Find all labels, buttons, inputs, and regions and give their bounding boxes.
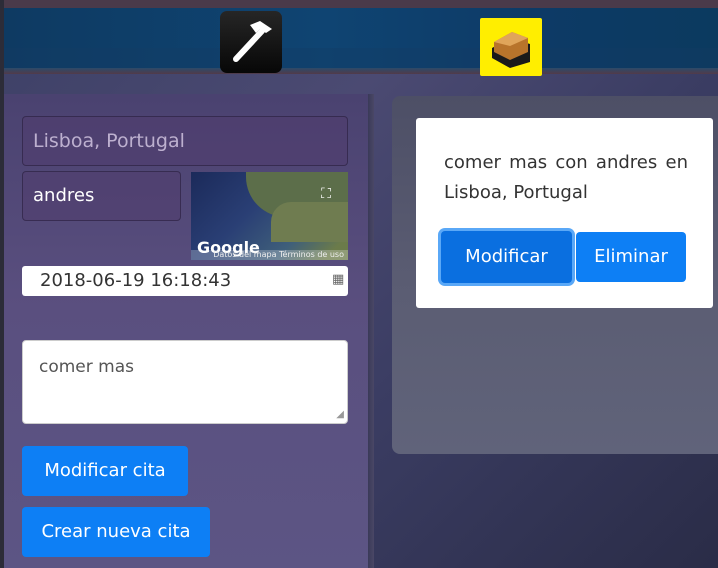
fullscreen-icon[interactable]: ⛶ [317, 185, 335, 203]
map-attribution: Datos del mapa Términos de uso [191, 250, 348, 260]
hammer-button[interactable] [220, 11, 282, 73]
header-stripe [4, 48, 718, 70]
datetime-value: 2018-06-19 16:18:43 [40, 270, 232, 291]
location-input[interactable]: Lisboa, Portugal [22, 116, 348, 166]
note-textarea[interactable]: comer mas ◢ [22, 340, 348, 424]
map-preview[interactable]: ⛶ Google Datos del mapa Términos de uso [191, 172, 348, 260]
calendar-icon[interactable]: ▦ [332, 273, 346, 287]
map-terms-link[interactable]: Términos de uso [279, 250, 344, 259]
window-top-border [0, 0, 718, 8]
top-bar [4, 8, 718, 74]
contact-input[interactable]: andres [22, 171, 181, 221]
datetime-input[interactable]: 2018-06-19 16:18:43 ▦ [22, 266, 348, 296]
note-box-icon [492, 32, 530, 68]
panel-divider [368, 94, 374, 568]
create-appointment-button[interactable]: Crear nueva cita [22, 507, 210, 557]
resize-handle-icon[interactable]: ◢ [336, 409, 344, 420]
hammer-icon [233, 21, 272, 62]
map-data-label: Datos del mapa [213, 250, 277, 259]
card-modify-button[interactable]: Modificar [441, 231, 572, 283]
modify-appointment-button[interactable]: Modificar cita [22, 446, 188, 496]
notes-button[interactable] [480, 18, 542, 76]
card-delete-button[interactable]: Eliminar [576, 232, 686, 282]
map-land [271, 202, 348, 242]
appointment-description: comer mas con andres en Lisboa, Portugal [444, 152, 688, 203]
note-text: comer mas [39, 357, 134, 377]
